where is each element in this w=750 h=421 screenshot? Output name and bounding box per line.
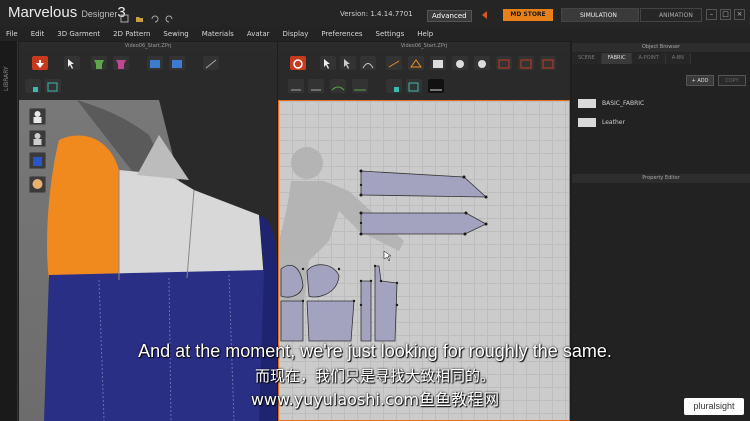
menu-help[interactable]: Help xyxy=(417,27,433,41)
tab-scene[interactable]: SCENE xyxy=(572,53,602,64)
avatar-head-icon[interactable] xyxy=(29,176,46,193)
add-fabric-button[interactable]: + ADD xyxy=(686,75,714,86)
subtitle-chinese: 而现在，我们只是寻找大致相同的。 xyxy=(254,367,495,385)
line-sewing-icon[interactable] xyxy=(352,79,368,93)
fabric-swatch xyxy=(578,98,596,108)
circle-icon[interactable] xyxy=(452,56,468,70)
tack-icon[interactable] xyxy=(203,56,219,70)
app-logo: Marvelous Designer3 xyxy=(8,4,126,21)
right-panel: Object Browser SCENE FABRIC A-POINT A-BN… xyxy=(572,41,750,421)
simulation-mode-button[interactable]: SIMULATION xyxy=(561,8,639,22)
free-sewing-icon[interactable] xyxy=(540,56,556,70)
view-2d-header: Video06_Start.ZPrj xyxy=(278,42,570,51)
fold-tack-icon[interactable] xyxy=(169,56,185,70)
dart-icon[interactable] xyxy=(496,56,512,70)
topstitch-icon[interactable] xyxy=(330,79,346,93)
garment-select-icon[interactable] xyxy=(91,56,107,70)
minimize-button[interactable]: – xyxy=(706,9,717,20)
fold-arrangement-icon[interactable] xyxy=(147,56,163,70)
polygon-icon[interactable] xyxy=(408,56,424,70)
edit-texture-icon[interactable] xyxy=(288,79,304,93)
rectangle-icon[interactable] xyxy=(430,56,446,70)
reset-2d-icon[interactable] xyxy=(290,56,306,70)
menu-sewing[interactable]: Sewing xyxy=(163,27,188,41)
menu-bar: File Edit 3D Garment 2D Pattern Sewing M… xyxy=(0,27,750,41)
internal-polygon-icon[interactable] xyxy=(474,56,490,70)
fabric-item[interactable]: BASIC_FABRIC xyxy=(578,96,644,110)
object-browser-header: Object Browser xyxy=(572,43,750,52)
avatar-size-icon[interactable] xyxy=(29,130,46,147)
image-trace-icon[interactable] xyxy=(428,79,444,93)
quick-access-toolbar xyxy=(120,8,174,23)
transform-pattern-icon[interactable] xyxy=(320,56,336,70)
back-arrow-icon[interactable] xyxy=(482,11,492,19)
property-editor-header: Property Editor xyxy=(572,174,750,183)
open-folder-icon[interactable] xyxy=(135,8,144,22)
tack-2d-icon[interactable] xyxy=(406,79,422,93)
tab-fabric[interactable]: FABRIC xyxy=(601,53,633,64)
menu-file[interactable]: File xyxy=(6,27,18,41)
subtitle-english: And at the moment, we're just looking fo… xyxy=(138,341,612,361)
maximize-button[interactable]: □ xyxy=(720,9,731,20)
library-sidebar: LIBRARY xyxy=(0,41,18,421)
subtitle-url: www.yuyulaoshi.com鱼鱼教程网 xyxy=(250,390,500,409)
tab-a-point[interactable]: A-POINT xyxy=(632,53,666,64)
undo-icon[interactable] xyxy=(150,8,159,23)
pin-icon[interactable] xyxy=(386,79,402,93)
segment-sewing-icon[interactable] xyxy=(518,56,534,70)
menu-3d-garment[interactable]: 3D Garment xyxy=(57,27,100,41)
arrangement-point-icon[interactable] xyxy=(25,79,41,93)
menu-preferences[interactable]: Preferences xyxy=(321,27,362,41)
edit-pattern-icon[interactable] xyxy=(340,56,356,70)
animation-mode-button[interactable]: ANIMATION xyxy=(640,8,702,22)
menu-edit[interactable]: Edit xyxy=(31,27,45,41)
toolbar-2d xyxy=(278,51,570,100)
mouse-cursor xyxy=(383,250,392,262)
object-browser-tabs: SCENE FABRIC A-POINT A-BN xyxy=(572,53,750,64)
title-bar: Marvelous Designer3 Version: 1.4.14.7701… xyxy=(0,0,750,27)
menu-settings[interactable]: Settings xyxy=(376,27,405,41)
md-store-button[interactable]: MD STORE xyxy=(503,9,553,21)
library-tab[interactable]: LIBRARY xyxy=(3,66,10,91)
garment-icon[interactable] xyxy=(29,152,46,169)
edition-badge: Advanced xyxy=(427,10,472,22)
fabric-item[interactable]: Leather xyxy=(578,115,625,129)
fabric-swatch xyxy=(578,117,596,127)
view-3d-header: Video06_Start.ZPrj xyxy=(19,42,277,51)
select-move-icon[interactable] xyxy=(64,56,80,70)
copy-fabric-button[interactable]: COPY xyxy=(718,75,746,86)
simulate-icon[interactable] xyxy=(32,56,48,70)
new-file-icon[interactable] xyxy=(120,8,129,23)
arrangement-show-icon[interactable] xyxy=(45,79,61,93)
close-button[interactable]: × xyxy=(734,9,745,20)
menu-2d-pattern[interactable]: 2D Pattern xyxy=(113,27,150,41)
menu-materials[interactable]: Materials xyxy=(202,27,234,41)
version-info: Version: 1.4.14.7701 xyxy=(340,10,413,18)
tab-a-bn[interactable]: A-BN xyxy=(665,53,691,64)
menu-display[interactable]: Display xyxy=(283,27,309,41)
pluralsight-logo: pluralsight xyxy=(684,398,744,415)
menu-avatar[interactable]: Avatar xyxy=(247,27,270,41)
toolbar-3d xyxy=(19,51,277,100)
avatar-icon[interactable] xyxy=(29,108,46,125)
trace-icon[interactable] xyxy=(308,79,324,93)
garment-edit-icon[interactable] xyxy=(113,56,129,70)
add-point-icon[interactable] xyxy=(386,56,402,70)
edit-curvature-icon[interactable] xyxy=(360,56,376,70)
redo-icon[interactable] xyxy=(165,8,174,23)
